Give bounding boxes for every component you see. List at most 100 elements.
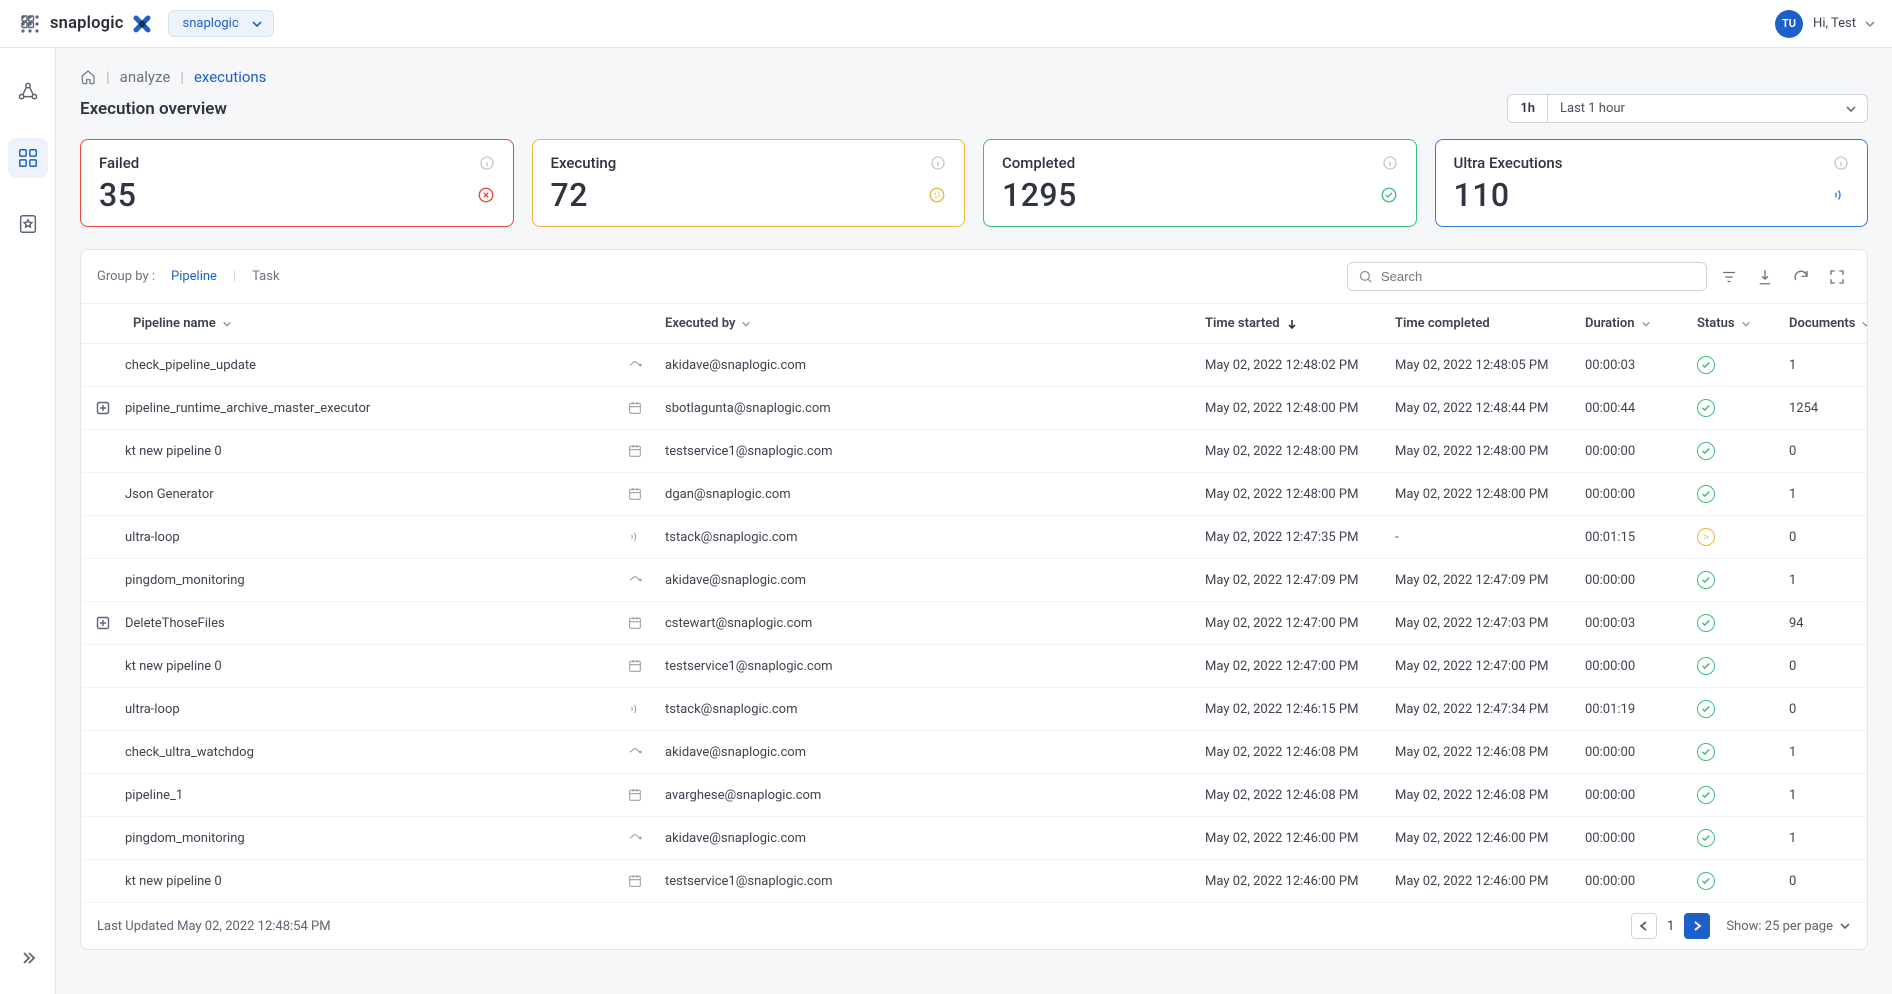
table-row[interactable]: kt new pipeline 0testservice1@snaplogic.… <box>81 860 1867 903</box>
time-started: May 02, 2022 12:48:00 PM <box>1205 444 1395 459</box>
status-cell <box>1697 571 1789 589</box>
col-documents[interactable]: Documents <box>1789 316 1868 331</box>
main: | analyze | executions Execution overvie… <box>56 48 1892 994</box>
duration: 00:00:03 <box>1585 358 1697 373</box>
table-body: check_pipeline_updateakidave@snaplogic.c… <box>81 344 1867 903</box>
pipeline-name: pipeline_1 <box>125 788 183 803</box>
search-input-wrap[interactable] <box>1347 262 1707 291</box>
rail-bookmark-icon[interactable] <box>8 204 48 244</box>
expand-toggle[interactable] <box>81 401 125 415</box>
per-page-label: Show: 25 per page <box>1726 919 1833 934</box>
table-header: Pipeline name Executed by Time started T… <box>81 304 1867 344</box>
pipeline-name: kt new pipeline 0 <box>125 659 222 674</box>
duration: 00:00:00 <box>1585 487 1697 502</box>
group-by-pipeline[interactable]: Pipeline <box>171 269 217 284</box>
executed-by: akidave@snaplogic.com <box>665 831 1205 846</box>
duration: 00:00:00 <box>1585 745 1697 760</box>
col-time-started[interactable]: Time started <box>1205 316 1395 331</box>
card-executing[interactable]: Executing 72 <box>532 139 966 227</box>
time-range-select[interactable]: Last 1 hour <box>1548 94 1868 123</box>
table-row[interactable]: ultra-looptstack@snaplogic.comMay 02, 20… <box>81 688 1867 731</box>
breadcrumb: | analyze | executions <box>80 68 1868 86</box>
col-status[interactable]: Status <box>1697 316 1789 331</box>
table-row[interactable]: check_ultra_watchdogakidave@snaplogic.co… <box>81 731 1867 774</box>
table-row[interactable]: pingdom_monitoringakidave@snaplogic.comM… <box>81 817 1867 860</box>
documents: 1254 <box>1789 401 1868 416</box>
table-row[interactable]: Json Generatordgan@snaplogic.comMay 02, … <box>81 473 1867 516</box>
expand-toggle[interactable] <box>81 616 125 630</box>
table-row[interactable]: ultra-looptstack@snaplogic.comMay 02, 20… <box>81 516 1867 559</box>
group-by-task[interactable]: Task <box>252 269 279 284</box>
per-page-select[interactable]: Show: 25 per page <box>1726 919 1851 934</box>
kind-triggered-icon <box>627 744 643 760</box>
home-icon[interactable] <box>80 69 96 85</box>
fullscreen-icon[interactable] <box>1823 263 1851 291</box>
card-failed-title: Failed <box>99 154 139 172</box>
pipeline-name: pingdom_monitoring <box>125 573 245 588</box>
org-select[interactable]: snaplogic <box>168 10 274 37</box>
prev-page-button[interactable] <box>1631 913 1657 939</box>
status-completed-icon <box>1697 356 1715 374</box>
card-completed[interactable]: Completed 1295 <box>983 139 1417 227</box>
avatar[interactable]: TU <box>1775 10 1803 38</box>
col-executed-by[interactable]: Executed by <box>665 316 1205 331</box>
status-cell <box>1697 657 1789 675</box>
duration: 00:00:03 <box>1585 616 1697 631</box>
time-completed: May 02, 2022 12:47:00 PM <box>1395 659 1585 674</box>
col-pipeline-name[interactable]: Pipeline name <box>125 316 665 331</box>
table-row[interactable]: pingdom_monitoringakidave@snaplogic.comM… <box>81 559 1867 602</box>
brand[interactable]: snaplogic <box>50 12 154 36</box>
card-failed[interactable]: Failed 35 <box>80 139 514 227</box>
status-cell <box>1697 399 1789 417</box>
status-completed-icon <box>1697 442 1715 460</box>
table-row[interactable]: check_pipeline_updateakidave@snaplogic.c… <box>81 344 1867 387</box>
kind-scheduled-icon <box>627 787 643 803</box>
time-completed: May 02, 2022 12:46:08 PM <box>1395 745 1585 760</box>
rail-nodes-icon[interactable] <box>8 72 48 112</box>
table-row[interactable]: kt new pipeline 0testservice1@snaplogic.… <box>81 430 1867 473</box>
time-started: May 02, 2022 12:48:00 PM <box>1205 487 1395 502</box>
info-icon[interactable] <box>930 155 946 171</box>
table-row[interactable]: DeleteThoseFilescstewart@snaplogic.comMa… <box>81 602 1867 645</box>
table-row[interactable]: kt new pipeline 0testservice1@snaplogic.… <box>81 645 1867 688</box>
info-icon[interactable] <box>1833 155 1849 171</box>
pipeline-name: kt new pipeline 0 <box>125 874 222 889</box>
status-cell <box>1697 786 1789 804</box>
info-icon[interactable] <box>1382 155 1398 171</box>
chevron-down-icon <box>1839 920 1851 932</box>
rail-expand-icon[interactable] <box>8 938 48 978</box>
status-cell <box>1697 829 1789 847</box>
col-duration[interactable]: Duration <box>1585 316 1697 331</box>
time-range-chip[interactable]: 1h <box>1507 94 1548 123</box>
app-switcher-icon[interactable] <box>16 10 44 38</box>
search-input[interactable] <box>1381 269 1696 284</box>
kind-scheduled-icon <box>627 486 643 502</box>
status-cell <box>1697 700 1789 718</box>
filter-icon[interactable] <box>1715 263 1743 291</box>
status-completed-icon <box>1697 657 1715 675</box>
chevron-down-icon[interactable] <box>1864 18 1876 30</box>
page-number: 1 <box>1667 919 1674 934</box>
executed-by: testservice1@snaplogic.com <box>665 444 1205 459</box>
duration: 00:00:00 <box>1585 573 1697 588</box>
table-row[interactable]: pipeline_1avarghese@snaplogic.comMay 02,… <box>81 774 1867 817</box>
pipeline-name: DeleteThoseFiles <box>125 616 225 631</box>
card-ultra[interactable]: Ultra Executions 110 <box>1435 139 1869 227</box>
breadcrumb-analyze[interactable]: analyze <box>120 68 171 86</box>
next-page-button[interactable] <box>1684 913 1710 939</box>
time-completed: May 02, 2022 12:46:00 PM <box>1395 831 1585 846</box>
ultra-icon <box>1831 186 1849 204</box>
executed-by: sbotlagunta@snaplogic.com <box>665 401 1205 416</box>
info-icon[interactable] <box>479 155 495 171</box>
time-started: May 02, 2022 12:48:00 PM <box>1205 401 1395 416</box>
table-row[interactable]: pipeline_runtime_archive_master_executor… <box>81 387 1867 430</box>
status-completed-icon <box>1697 571 1715 589</box>
documents: 0 <box>1789 530 1868 545</box>
card-ultra-title: Ultra Executions <box>1454 154 1563 172</box>
col-time-completed[interactable]: Time completed <box>1395 316 1585 331</box>
time-completed: May 02, 2022 12:46:00 PM <box>1395 874 1585 889</box>
rail-executions-icon[interactable] <box>8 138 48 178</box>
breadcrumb-executions[interactable]: executions <box>194 68 266 86</box>
download-icon[interactable] <box>1751 263 1779 291</box>
refresh-icon[interactable] <box>1787 263 1815 291</box>
